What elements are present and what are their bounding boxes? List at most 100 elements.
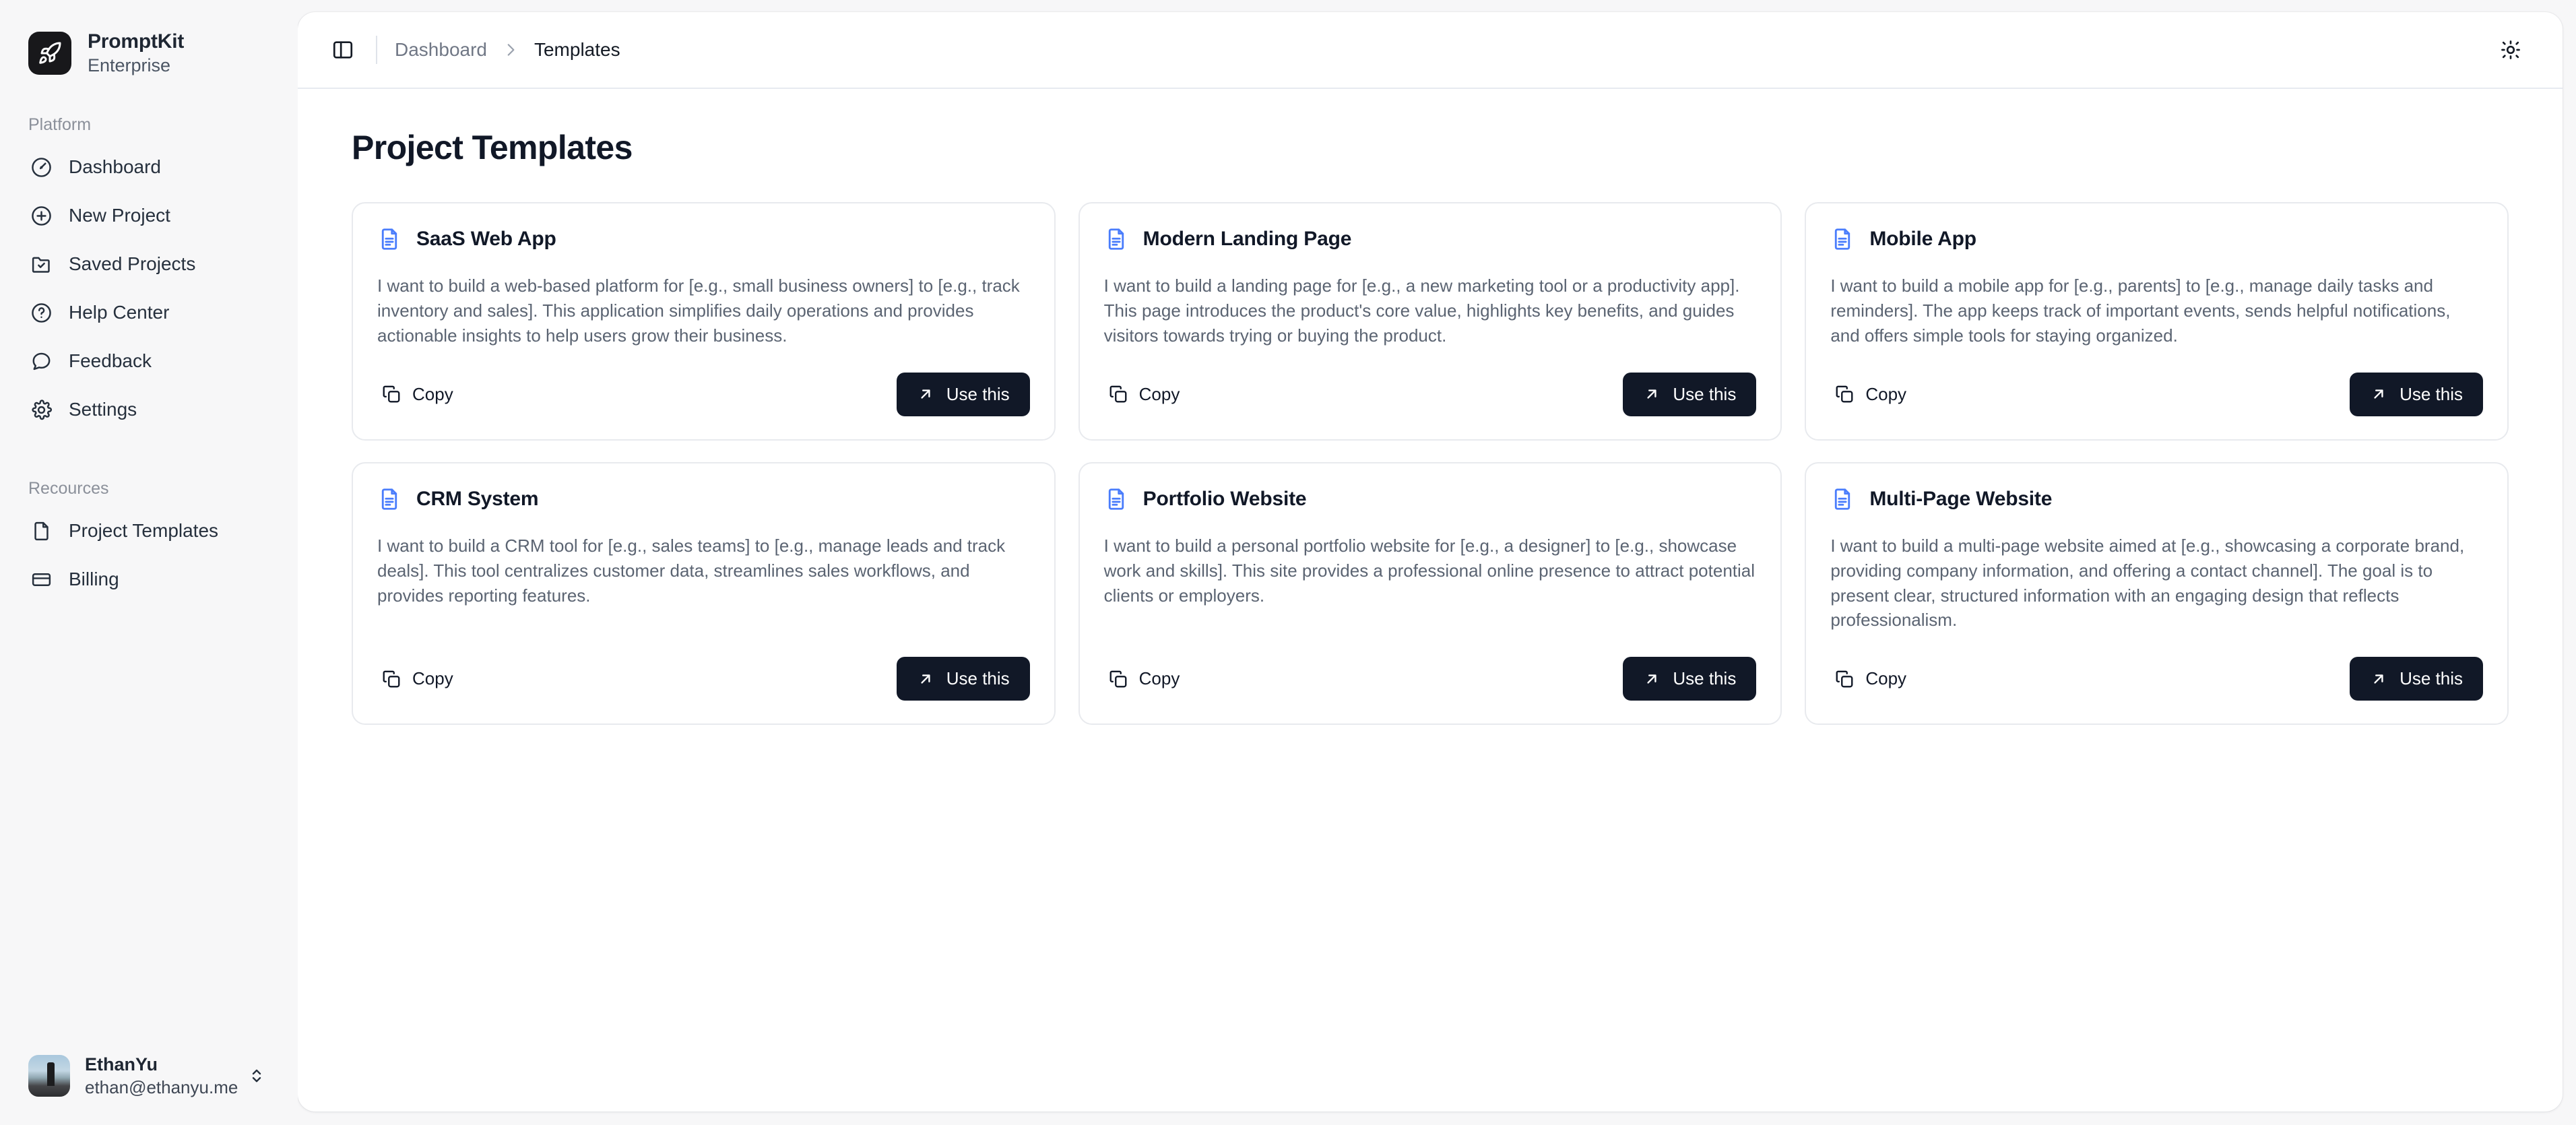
sun-icon[interactable] [2490, 29, 2532, 71]
copy-icon [1108, 669, 1128, 689]
app-root: PromptKit Enterprise Platform Dashboard [0, 0, 2576, 1125]
question-circle-icon [28, 300, 54, 325]
sidebar-item-help-center[interactable]: Help Center [20, 288, 278, 337]
brand-plan: Enterprise [88, 55, 171, 76]
user-email: ethan@ethanyu.me [85, 1076, 238, 1097]
sidebar-item-label: Dashboard [69, 156, 161, 177]
breadcrumb-current: Templates [534, 39, 620, 60]
arrow-up-right-icon [1643, 385, 1661, 403]
nav-section-platform: Platform Dashboard New Project Saved Pro… [20, 110, 278, 434]
file-text-icon [1830, 226, 1856, 252]
copy-button-label: Copy [1138, 383, 1180, 404]
sidebar: PromptKit Enterprise Platform Dashboard [0, 0, 298, 1125]
sidebar-toggle-icon[interactable] [322, 29, 364, 71]
template-card[interactable]: Portfolio Website I want to build a pers… [1078, 461, 1782, 726]
content-area: Project Templates SaaS Web App I want to… [298, 89, 2563, 1112]
template-description: I want to build a mobile app for [e.g., … [1830, 276, 2451, 346]
circle-plus-icon [28, 203, 54, 228]
sidebar-item-billing[interactable]: Billing [20, 555, 278, 604]
breadcrumb: Dashboard Templates [395, 39, 620, 61]
arrow-up-right-icon [917, 385, 934, 403]
arrow-up-right-icon [1643, 670, 1661, 688]
copy-button-label: Copy [1865, 668, 1907, 689]
arrow-up-right-icon [917, 670, 934, 688]
gear-icon [28, 397, 54, 422]
template-title: Modern Landing Page [1142, 228, 1352, 250]
sidebar-item-label: Settings [69, 399, 137, 420]
sidebar-item-saved-projects[interactable]: Saved Projects [20, 240, 278, 288]
user-name: EthanYu [85, 1054, 158, 1075]
copy-button-label: Copy [1138, 668, 1180, 689]
copy-icon [1834, 384, 1855, 404]
template-description: I want to build a web-based platform for… [377, 276, 1020, 346]
user-account-switcher[interactable]: EthanYu ethan@ethanyu.me [20, 1044, 278, 1107]
template-description: I want to build a landing page for [e.g.… [1103, 276, 1740, 346]
file-text-icon [1104, 486, 1130, 512]
use-this-button[interactable]: Use this [1623, 372, 1757, 416]
nav-section-label-platform: Platform [28, 115, 92, 134]
use-this-button-label: Use this [946, 383, 1010, 404]
sidebar-item-new-project[interactable]: New Project [20, 191, 278, 240]
avatar [28, 1055, 70, 1097]
topbar-divider [376, 36, 377, 64]
sidebar-item-label: Project Templates [69, 520, 219, 541]
file-text-icon [377, 486, 403, 512]
use-this-button[interactable]: Use this [896, 657, 1030, 701]
arrow-up-right-icon [2370, 385, 2387, 403]
template-title: CRM System [416, 487, 539, 510]
file-icon [28, 518, 54, 544]
message-circle-icon [28, 348, 54, 374]
use-this-button[interactable]: Use this [2350, 372, 2483, 416]
breadcrumb-parent[interactable]: Dashboard [395, 39, 487, 61]
sidebar-item-label: Feedback [69, 350, 152, 371]
template-description: I want to build a personal portfolio web… [1103, 535, 1756, 606]
nav-section-resources: Recources Project Templates Billing [20, 474, 278, 604]
sidebar-item-project-templates[interactable]: Project Templates [20, 507, 278, 555]
template-description: I want to build a CRM tool for [e.g., sa… [377, 535, 1006, 606]
folder-check-icon [28, 251, 54, 277]
use-this-button-label: Use this [2400, 383, 2463, 404]
gauge-icon [28, 154, 54, 180]
sidebar-item-dashboard[interactable]: Dashboard [20, 143, 278, 191]
template-card[interactable]: Multi-Page Website I want to build a mul… [1805, 461, 2509, 726]
use-this-button[interactable]: Use this [2350, 657, 2483, 701]
template-card[interactable]: Mobile App I want to build a mobile app … [1805, 202, 2509, 441]
copy-button[interactable]: Copy [1104, 662, 1184, 696]
use-this-button[interactable]: Use this [896, 372, 1030, 416]
file-text-icon [1830, 486, 1856, 512]
use-this-button[interactable]: Use this [1623, 657, 1757, 701]
template-card[interactable]: SaaS Web App I want to build a web-based… [352, 202, 1056, 441]
credit-card-icon [28, 567, 54, 592]
sidebar-item-label: Help Center [69, 302, 170, 323]
page-title: Project Templates [352, 129, 633, 166]
template-title: SaaS Web App [416, 228, 556, 250]
use-this-button-label: Use this [1673, 383, 1737, 404]
use-this-button-label: Use this [2400, 668, 2463, 689]
template-description: I want to build a multi-page website aim… [1830, 535, 2465, 631]
use-this-button-label: Use this [1673, 668, 1737, 689]
brand-name: PromptKit [88, 30, 185, 53]
templates-grid: SaaS Web App I want to build a web-based… [352, 202, 2509, 726]
sidebar-item-settings[interactable]: Settings [20, 385, 278, 434]
copy-button[interactable]: Copy [1830, 377, 1910, 412]
rocket-icon [28, 32, 71, 75]
template-title: Multi-Page Website [1869, 487, 2053, 510]
copy-icon [381, 384, 401, 404]
sidebar-item-label: Saved Projects [69, 253, 196, 274]
sidebar-item-feedback[interactable]: Feedback [20, 337, 278, 385]
sidebar-item-label: Billing [69, 569, 119, 589]
arrow-up-right-icon [2370, 670, 2387, 688]
copy-button[interactable]: Copy [377, 377, 457, 412]
template-card[interactable]: Modern Landing Page I want to build a la… [1078, 202, 1782, 441]
chevrons-up-down-icon [247, 1066, 269, 1086]
brand-block[interactable]: PromptKit Enterprise [20, 0, 278, 82]
copy-button[interactable]: Copy [1104, 377, 1184, 412]
copy-button[interactable]: Copy [1830, 662, 1910, 696]
copy-icon [1834, 669, 1855, 689]
main-panel: Dashboard Templates Project Templates Sa… [298, 12, 2563, 1112]
topbar: Dashboard Templates [298, 12, 2563, 89]
copy-button[interactable]: Copy [377, 662, 457, 696]
file-text-icon [377, 226, 403, 252]
template-card[interactable]: CRM System I want to build a CRM tool fo… [352, 461, 1056, 726]
